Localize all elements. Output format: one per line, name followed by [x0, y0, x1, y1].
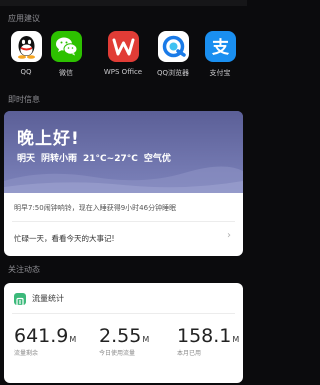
app-wps-office[interactable]: WPS Office	[99, 31, 147, 76]
qq-icon	[10, 31, 42, 62]
divider	[12, 313, 235, 314]
app-label: WPS Office	[103, 68, 143, 76]
wechat-icon	[50, 31, 82, 62]
weather-temperature: 21°C~27°C	[83, 154, 138, 164]
traffic-title: 流量统计	[32, 294, 64, 303]
data-usage-icon	[14, 293, 26, 307]
app-qq-browser[interactable]: QQ浏览器	[149, 31, 197, 78]
wps-icon	[107, 31, 139, 62]
traffic-stats-card[interactable]: 流量统计 641.9M 流量剩余 2.55M 今日使用流量 158.1M 本月已…	[4, 283, 243, 383]
alipay-icon: 支	[204, 31, 236, 62]
weather-summary: 明天 阴转小雨 21°C~27°C 空气优	[17, 151, 177, 164]
stat-caption: 本月已用	[177, 350, 202, 357]
app-suggestions-row: QQ 微信 WPS Office QQ浏览器 支 支付宝	[0, 31, 247, 81]
app-wechat[interactable]: 微信	[42, 31, 90, 78]
stat-unit: M	[142, 335, 150, 344]
stat-unit: M	[69, 335, 77, 344]
stat-remaining: 641.9M 流量剩余	[14, 325, 76, 357]
stat-caption: 今日使用流量	[99, 350, 136, 357]
daily-reminder[interactable]: 忙碌一天，看看今天的大事记!	[14, 233, 115, 244]
app-label: QQ浏览器	[156, 69, 190, 77]
greeting-text: 晚上好!	[17, 129, 80, 149]
stat-value: 158.1	[177, 325, 232, 347]
app-label: 支付宝	[209, 69, 231, 77]
app-label: 微信	[59, 69, 73, 77]
svg-text:支: 支	[212, 37, 230, 58]
weather-condition: 阴转小雨	[41, 154, 78, 164]
weather-day: 明天	[17, 154, 36, 164]
section-title-instant-info: 即时信息	[8, 95, 40, 104]
stat-caption: 流量剩余	[14, 350, 39, 357]
stat-value: 641.9	[14, 325, 69, 347]
section-title-following: 关注动态	[8, 265, 40, 274]
instant-info-card: 明早7:50闹钟响铃，现在入睡获得9小时46分钟睡眠 忙碌一天，看看今天的大事记…	[4, 193, 243, 256]
stat-unit: M	[232, 335, 240, 344]
weather-card[interactable]: 晚上好! 明天 阴转小雨 21°C~27°C 空气优	[4, 111, 243, 193]
chevron-right-icon[interactable]: ›	[227, 230, 231, 241]
alarm-sleep-info[interactable]: 明早7:50闹钟响铃，现在入睡获得9小时46分钟睡眠	[14, 203, 176, 213]
stat-month: 158.1M 本月已用	[177, 325, 239, 357]
weather-air-quality: 空气优	[143, 154, 171, 164]
qq-browser-icon	[157, 31, 189, 62]
divider	[12, 221, 235, 222]
stat-today: 2.55M 今日使用流量	[99, 325, 149, 357]
section-title-app-suggestions: 应用建议	[8, 14, 40, 23]
app-alipay[interactable]: 支 支付宝	[196, 31, 244, 78]
top-edge	[0, 0, 247, 6]
stat-value: 2.55	[99, 325, 142, 347]
